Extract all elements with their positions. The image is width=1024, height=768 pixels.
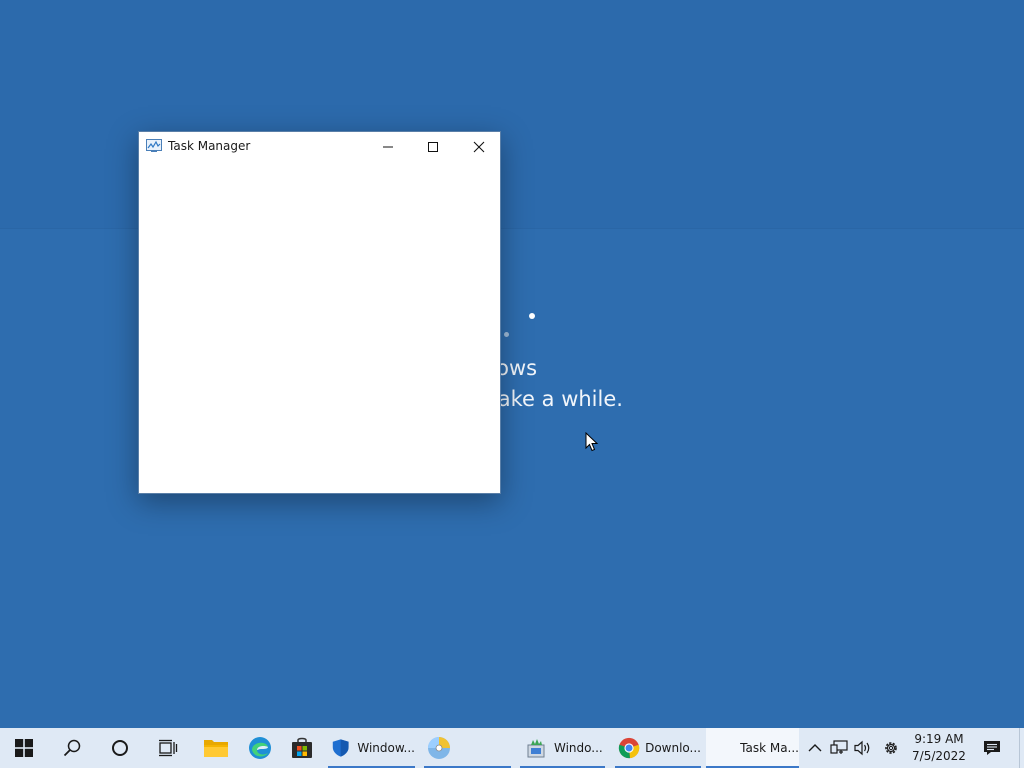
action-center-button[interactable] xyxy=(978,728,1006,768)
chevron-up-icon xyxy=(808,744,822,752)
volume-icon xyxy=(854,740,870,756)
window-title: Task Manager xyxy=(168,139,251,153)
search-button[interactable] xyxy=(48,728,96,768)
chrome-icon xyxy=(618,737,640,759)
cortana-icon xyxy=(112,740,128,756)
close-icon xyxy=(473,141,485,153)
windows-setup-icon xyxy=(527,739,545,758)
start-button[interactable] xyxy=(0,728,48,768)
windows-security-icon xyxy=(332,739,349,757)
gear-icon xyxy=(885,742,897,754)
clock-time: 9:19 AM xyxy=(914,732,964,746)
minimize-button[interactable] xyxy=(365,132,411,162)
mouse-cursor-icon xyxy=(585,432,599,452)
file-explorer-icon xyxy=(204,740,228,757)
taskbar-app-label: Downlo... xyxy=(645,741,701,755)
taskbar-app-label: Windo... xyxy=(554,741,603,755)
cortana-button[interactable] xyxy=(96,728,144,768)
taskbar-app-windows-security[interactable]: Window... xyxy=(328,728,415,768)
settings-button[interactable] xyxy=(878,728,904,768)
window-titlebar[interactable]: Task Manager xyxy=(139,132,500,162)
store-button[interactable] xyxy=(278,728,326,768)
start-icon xyxy=(15,739,33,757)
taskbar-app-chrome[interactable]: Downlo... xyxy=(615,728,701,768)
show-desktop-button[interactable] xyxy=(1019,728,1024,768)
clock-button[interactable]: 9:19 AM 7/5/2022 xyxy=(906,731,972,765)
network-icon xyxy=(830,740,848,754)
media-disc-icon xyxy=(428,737,450,759)
progress-dot xyxy=(504,332,509,337)
edge-button[interactable] xyxy=(236,728,284,768)
file-explorer-button[interactable] xyxy=(192,728,240,768)
task-view-icon xyxy=(159,739,178,757)
maximize-icon xyxy=(428,142,438,152)
progress-dot xyxy=(529,313,535,319)
taskbar-app-task-manager[interactable]: Task Ma... xyxy=(706,728,799,768)
taskbar: Window... Windo... Downlo... Task Ma... … xyxy=(0,728,1024,768)
clock-date: 7/5/2022 xyxy=(912,749,966,763)
taskbar-app-label: Window... xyxy=(357,741,415,755)
maximize-button[interactable] xyxy=(410,132,456,162)
edge-icon xyxy=(249,737,271,759)
taskbar-app-label: Task Ma... xyxy=(740,741,799,755)
notification-icon xyxy=(984,741,1000,755)
close-button[interactable] xyxy=(456,132,502,162)
task-manager-window[interactable]: Task Manager xyxy=(138,131,501,494)
network-button[interactable] xyxy=(827,728,851,768)
taskbar-app-media[interactable] xyxy=(424,728,511,768)
store-icon xyxy=(292,737,312,758)
volume-button[interactable] xyxy=(851,728,875,768)
minimize-icon xyxy=(383,146,393,148)
task-manager-icon xyxy=(146,139,162,152)
taskbar-app-windows-setup[interactable]: Windo... xyxy=(520,728,605,768)
task-view-button[interactable] xyxy=(144,728,192,768)
search-icon xyxy=(63,739,81,757)
show-hidden-icons-button[interactable] xyxy=(804,728,826,768)
